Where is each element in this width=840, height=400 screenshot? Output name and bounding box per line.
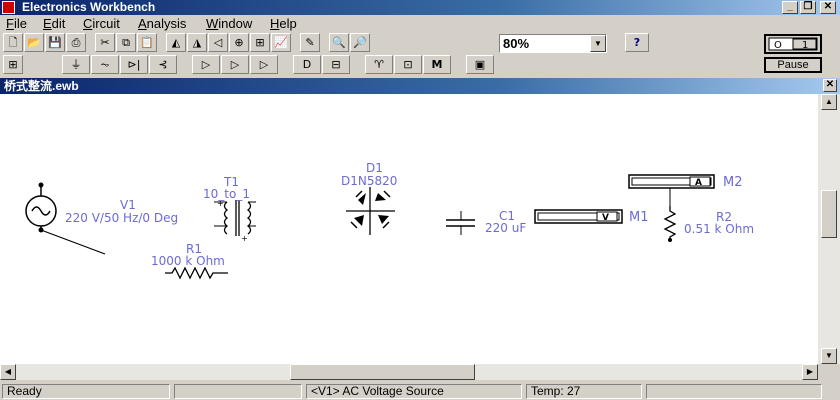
status-empty-cell xyxy=(174,384,302,399)
menu-file[interactable]: File xyxy=(6,16,27,31)
open-folder-icon[interactable]: 📂 xyxy=(24,33,44,52)
m1-name-label: M1 xyxy=(629,210,649,225)
scroll-down-icon[interactable]: ▼ xyxy=(821,348,837,364)
vertical-scroll-thumb[interactable] xyxy=(821,190,837,238)
t1-value-label: 10_to_1 xyxy=(203,187,250,201)
save-icon[interactable]: 💾 xyxy=(45,33,65,52)
menu-window[interactable]: Window xyxy=(206,16,252,31)
bridge-rectifier-symbol[interactable] xyxy=(346,187,395,235)
controls-bin-icon[interactable]: ⊡ xyxy=(394,55,422,74)
power-switch[interactable]: O 1 xyxy=(764,34,822,54)
help-button[interactable]: ? xyxy=(625,33,649,52)
r1-value-label: 1000 k Ohm xyxy=(151,254,225,268)
voltmeter-symbol[interactable]: V xyxy=(534,209,623,224)
standard-toolbar: 🗋 📂 💾 ⎙ ✂ ⧉ 📋 ◭ ◮ ◁ ⊕ ⊞ 📈 ✎ 🔍 🔎 ? xyxy=(0,33,760,55)
sources-bin-icon[interactable]: ⏚ xyxy=(62,55,90,74)
scroll-up-icon[interactable]: ▲ xyxy=(821,94,837,110)
chevron-down-icon[interactable]: ▼ xyxy=(590,35,606,52)
parts-bin-toolbar: ⊞ ⏚ ⏦ ⊳| ⊰ ▷ ▷ ▷ D ⊟ ♈ ⊡ M ▣ xyxy=(0,55,760,77)
basic-bin-icon[interactable]: ⏦ xyxy=(91,55,119,74)
analog-ics-bin-icon[interactable]: ▷ xyxy=(192,55,220,74)
power-switch-icon: O 1 xyxy=(768,37,818,51)
close-button[interactable]: ✕ xyxy=(820,1,836,14)
horizontal-scrollbar[interactable]: ◀ ▶ xyxy=(0,364,818,380)
copy-icon[interactable]: ⧉ xyxy=(116,33,136,52)
digital-bin-icon[interactable]: ⊟ xyxy=(322,55,350,74)
voltmeter-mode: V xyxy=(602,213,609,223)
status-ready: Ready xyxy=(2,384,170,399)
title-bar: Electronics Workbench _ ❐ ✕ xyxy=(0,0,840,15)
favorites-bin-icon[interactable]: ⊞ xyxy=(3,55,23,74)
flip-horizontal-icon[interactable]: ◮ xyxy=(187,33,207,52)
digital-ics-bin-icon[interactable]: ▷ xyxy=(250,55,278,74)
mixed-ics-bin-icon[interactable]: ▷ xyxy=(221,55,249,74)
vertical-scrollbar[interactable]: ▲ ▼ xyxy=(818,94,840,364)
document-title-bar: 桥式整流.ewb ✕ xyxy=(0,78,840,94)
v1-name-label: V1 xyxy=(120,198,136,212)
resistor-r2-symbol[interactable] xyxy=(663,206,677,242)
menu-help[interactable]: Help xyxy=(270,16,297,31)
flip-vertical-icon[interactable]: ◁ xyxy=(208,33,228,52)
r2-value-label: 0.51 k Ohm xyxy=(684,222,755,236)
zoom-out-icon[interactable]: 🔍 xyxy=(329,33,349,52)
horizontal-scroll-thumb[interactable] xyxy=(290,364,475,380)
minimize-button[interactable]: _ xyxy=(782,1,798,14)
svg-text:1: 1 xyxy=(802,40,808,51)
svg-text:+: + xyxy=(241,234,248,243)
v1-value-label: 220 V/50 Hz/0 Deg xyxy=(65,211,179,225)
document-close-icon[interactable]: ✕ xyxy=(823,79,837,92)
menu-analysis[interactable]: Analysis xyxy=(138,16,186,31)
transistors-bin-icon[interactable]: ⊰ xyxy=(149,55,177,74)
paste-icon[interactable]: 📋 xyxy=(137,33,157,52)
menu-edit[interactable]: Edit xyxy=(43,16,65,31)
m2-name-label: M2 xyxy=(723,175,743,190)
menu-bar: File Edit Circuit Analysis Window Help xyxy=(0,15,840,32)
status-extra-cell xyxy=(646,384,822,399)
app-icon xyxy=(2,1,15,14)
component-properties-icon[interactable]: ⊕ xyxy=(229,33,249,52)
status-component: <V1> AC Voltage Source xyxy=(306,384,522,399)
status-bar: Ready <V1> AC Voltage Source Temp: 27 xyxy=(0,382,840,400)
scroll-left-icon[interactable]: ◀ xyxy=(0,364,16,380)
circuit-canvas[interactable]: + + V A V1 220 V/50 Hz/0 Deg T1 10_to_1 … xyxy=(0,94,818,364)
d1-value-label: D1N5820 xyxy=(341,174,398,188)
zoom-select[interactable]: 80% ▼ xyxy=(499,34,607,53)
new-file-icon[interactable]: 🗋 xyxy=(3,33,23,52)
d1-name-label: D1 xyxy=(366,161,383,175)
status-temperature: Temp: 27 xyxy=(526,384,642,399)
maximize-button[interactable]: ❐ xyxy=(800,1,816,14)
document-title: 桥式整流.ewb xyxy=(4,79,79,93)
graph-icon[interactable]: 📈 xyxy=(271,33,291,52)
menu-circuit[interactable]: Circuit xyxy=(83,16,120,31)
instruments-bin-icon[interactable]: ▣ xyxy=(466,55,494,74)
window-title: Electronics Workbench xyxy=(22,0,156,14)
capacitor-symbol[interactable] xyxy=(446,211,475,235)
rotate-icon[interactable]: ◭ xyxy=(166,33,186,52)
create-subcircuit-icon[interactable]: ⊞ xyxy=(250,33,270,52)
miscellaneous-bin-icon[interactable]: M xyxy=(423,55,451,74)
scroll-corner xyxy=(818,364,840,380)
logic-gates-bin-icon[interactable]: D xyxy=(293,55,321,74)
pause-button[interactable]: Pause xyxy=(764,57,822,73)
ammeter-mode: A xyxy=(695,178,702,188)
zoom-in-icon[interactable]: 🔎 xyxy=(350,33,370,52)
component-library-icon[interactable]: ✎ xyxy=(300,33,320,52)
indicators-bin-icon[interactable]: ♈ xyxy=(365,55,393,74)
transformer-symbol[interactable]: + + xyxy=(214,199,256,243)
svg-text:O: O xyxy=(774,40,782,51)
cut-icon[interactable]: ✂ xyxy=(95,33,115,52)
c1-value-label: 220 uF xyxy=(485,221,527,235)
resistor-r1-symbol[interactable] xyxy=(165,266,228,280)
ammeter-symbol[interactable]: A xyxy=(628,174,715,206)
diodes-bin-icon[interactable]: ⊳| xyxy=(120,55,148,74)
print-icon[interactable]: ⎙ xyxy=(66,33,86,52)
scroll-right-icon[interactable]: ▶ xyxy=(802,364,818,380)
